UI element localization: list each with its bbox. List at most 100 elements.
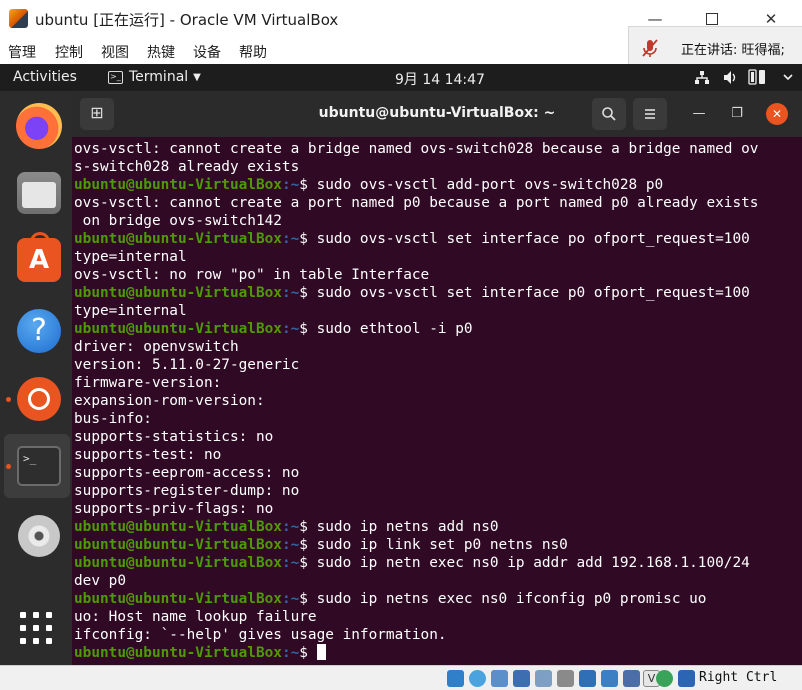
command-text: sudo ovs-vsctl set interface p0 ofport_r… [316,285,750,301]
dock-item-firefox[interactable] [4,94,70,158]
dock-item-software[interactable]: A [4,228,70,292]
app-menu[interactable]: >_ Terminal ▼ [108,69,201,85]
chevron-down-icon: ▼ [193,71,201,83]
network-adapter-icon[interactable] [513,670,530,687]
terminal-maximize-button[interactable]: ❐ [726,103,748,125]
terminal-minimize-button[interactable]: — [688,103,710,125]
terminal-small-icon: >_ [108,70,123,84]
shared-folders-icon[interactable] [557,670,574,687]
prompt-user: ubuntu@ubuntu-VirtualBox [74,537,282,553]
prompt-path: :~ [281,231,300,247]
output-line: firmware-version: [74,375,222,391]
optical-drive-icon[interactable] [469,670,486,687]
virtualization-icon[interactable] [623,670,640,687]
ubuntu-icon [17,377,61,421]
output-line: supports-test: no [74,447,222,463]
prompt-line: ubuntu@ubuntu-VirtualBox:~$ sudo ovs-vsc… [74,284,802,302]
prompt-user: ubuntu@ubuntu-VirtualBox [74,555,282,571]
prompt-line: ubuntu@ubuntu-VirtualBox:~$ [74,644,802,662]
dock-item-terminal[interactable]: >_ [4,434,70,498]
prompt-user: ubuntu@ubuntu-VirtualBox [74,285,282,301]
activities-button[interactable]: Activities [13,69,77,85]
command-text: sudo ip netns add ns0 [316,519,499,535]
dock-item-help[interactable]: ? [4,299,70,363]
audio-icon[interactable] [491,670,508,687]
prompt-path: :~ [281,591,300,607]
prompt-user: ubuntu@ubuntu-VirtualBox [74,231,282,247]
app-menu-label: Terminal [129,69,189,85]
output-line: ovs-vsctl: cannot create a bridge named … [74,141,759,157]
show-apps-icon[interactable] [20,612,52,644]
menu-view[interactable]: 视图 [101,42,129,62]
mouse-integration-icon[interactable] [656,670,673,687]
prompt-line: ubuntu@ubuntu-VirtualBox:~$ sudo ethtool… [74,320,802,338]
volume-icon[interactable] [722,69,738,86]
output-line: supports-priv-flags: no [74,501,274,517]
terminal-headerbar: ⊞ ubuntu@ubuntu-VirtualBox: ~ — ❐ ✕ [72,91,802,137]
command-text: sudo ip netn exec ns0 ip addr add 192.16… [316,555,750,571]
menu-hotkeys[interactable]: 热键 [147,42,175,62]
prompt-user: ubuntu@ubuntu-VirtualBox [74,177,282,193]
search-button[interactable] [592,98,626,130]
power-menu-icon[interactable] [781,69,795,86]
running-indicator [6,464,11,469]
dock-item-files[interactable] [4,161,70,225]
menu-button[interactable] [633,98,667,130]
prompt-sign: $ [299,537,317,553]
keyboard-capture-icon[interactable] [678,670,695,687]
display-icon[interactable] [579,670,596,687]
hard-disk-icon[interactable] [447,670,464,687]
prompt-sign: $ [299,285,317,301]
prompt-path: :~ [281,177,300,193]
output-line: ovs-vsctl: cannot create a port named p0… [74,195,759,211]
output-line: type=internal [74,249,187,265]
prompt-line: ubuntu@ubuntu-VirtualBox:~$ sudo ovs-vsc… [74,230,802,248]
prompt-user: ubuntu@ubuntu-VirtualBox [74,645,282,661]
prompt-path: :~ [281,645,300,661]
clock[interactable]: 9月 14 14:47 [395,69,485,89]
output-line: ovs-vsctl: no row "po" in table Interfac… [74,267,430,283]
files-icon [17,172,61,214]
prompt-sign: $ [299,321,317,337]
text-cursor [316,644,326,660]
dock-item-disc[interactable] [4,504,70,568]
command-text: sudo ip netns exec ns0 ifconfig p0 promi… [316,591,707,607]
speaking-text: 正在讲话: 旺得福; [681,43,785,58]
prompt-line: ubuntu@ubuntu-VirtualBox:~$ sudo ip netn… [74,518,802,536]
gnome-top-bar: Activities >_ Terminal ▼ 9月 14 14:47 [0,64,802,91]
dock-item-ubuntu[interactable] [4,367,70,431]
menu-control[interactable]: 控制 [55,42,83,62]
menu-manage[interactable]: 管理 [8,42,36,62]
terminal-output[interactable]: ovs-vsctl: cannot create a bridge named … [72,137,802,665]
recording-icon[interactable] [601,670,618,687]
battery-icon[interactable] [748,69,768,86]
prompt-sign: $ [299,591,317,607]
prompt-path: :~ [281,321,300,337]
prompt-line: ubuntu@ubuntu-VirtualBox:~$ sudo ip netn… [74,554,802,572]
virtualbox-logo-icon [9,9,28,28]
disc-icon [18,515,60,557]
output-line: uo: Host name lookup failure [74,609,317,625]
prompt-sign: $ [299,645,317,661]
search-icon [602,107,616,121]
prompt-line: ubuntu@ubuntu-VirtualBox:~$ sudo ip link… [74,536,802,554]
output-line: ifconfig: `--help' gives usage informati… [74,627,447,643]
network-icon[interactable] [694,69,710,86]
output-line: s-switch028 already exists [74,159,300,175]
terminal-icon: >_ [17,446,61,486]
output-line: supports-statistics: no [74,429,274,445]
command-text: sudo ethtool -i p0 [316,321,473,337]
output-line: driver: openvswitch [74,339,239,355]
vbox-status-bar: V Right Ctrl [0,665,802,690]
usb-icon[interactable] [535,670,552,687]
prompt-path: :~ [281,537,300,553]
hamburger-icon [645,109,655,119]
menu-help[interactable]: 帮助 [239,42,267,62]
menu-devices[interactable]: 设备 [193,42,221,62]
command-text: sudo ovs-vsctl add-port ovs-switch028 p0 [316,177,664,193]
output-line: type=internal [74,303,187,319]
running-indicator [6,397,11,402]
prompt-user: ubuntu@ubuntu-VirtualBox [74,519,282,535]
output-line: version: 5.11.0-27-generic [74,357,300,373]
terminal-close-button[interactable]: ✕ [766,103,788,125]
